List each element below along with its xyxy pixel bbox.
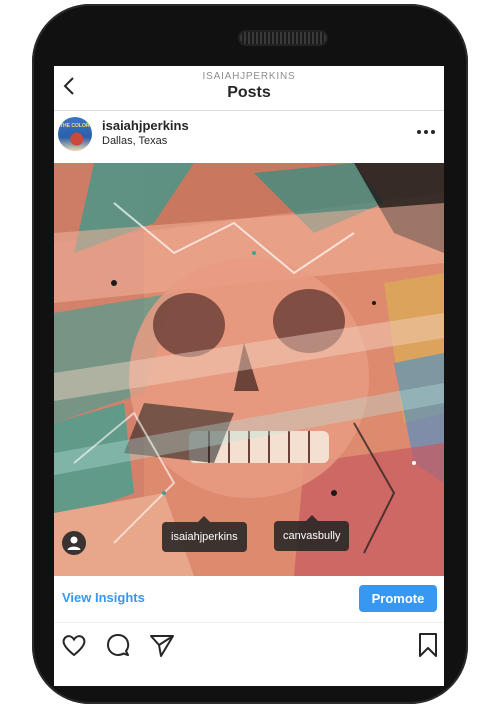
save-button[interactable] — [414, 631, 442, 659]
post-image[interactable]: isaiahjperkins canvasbully — [54, 163, 444, 576]
avatar[interactable]: THE COLOR — [58, 117, 92, 151]
post-username[interactable]: isaiahjperkins — [102, 118, 189, 133]
more-options-button[interactable] — [414, 125, 438, 137]
comment-button[interactable] — [104, 631, 132, 659]
skull-painting-image — [54, 163, 444, 576]
post-location[interactable]: Dallas, Texas — [102, 135, 167, 147]
tagged-people-button[interactable] — [62, 531, 86, 555]
avatar-text: THE COLOR — [60, 123, 90, 129]
bookmark-icon — [419, 633, 437, 657]
person-icon — [67, 536, 81, 550]
more-dots-icon — [417, 130, 435, 134]
page-title: Posts — [227, 84, 271, 101]
post-header: THE COLOR isaiahjperkins Dallas, Texas — [54, 111, 444, 163]
promote-button[interactable]: Promote — [359, 585, 437, 612]
like-button[interactable] — [60, 631, 88, 659]
phone-speaker — [238, 30, 328, 46]
share-icon — [150, 635, 174, 657]
view-insights-link[interactable]: View Insights — [62, 590, 145, 605]
account-name: ISAIAHJPERKINS — [202, 71, 296, 82]
share-button[interactable] — [148, 631, 176, 659]
comment-icon — [107, 634, 130, 656]
insights-bar: View Insights Promote — [54, 576, 444, 623]
user-tag[interactable]: canvasbully — [274, 515, 350, 551]
heart-icon — [62, 635, 86, 657]
top-nav-bar: ISAIAHJPERKINS Posts — [54, 66, 444, 111]
app-screen: ISAIAHJPERKINS Posts THE COLOR isaiahjpe… — [54, 66, 444, 686]
user-tag[interactable]: isaiahjperkins — [162, 516, 247, 552]
